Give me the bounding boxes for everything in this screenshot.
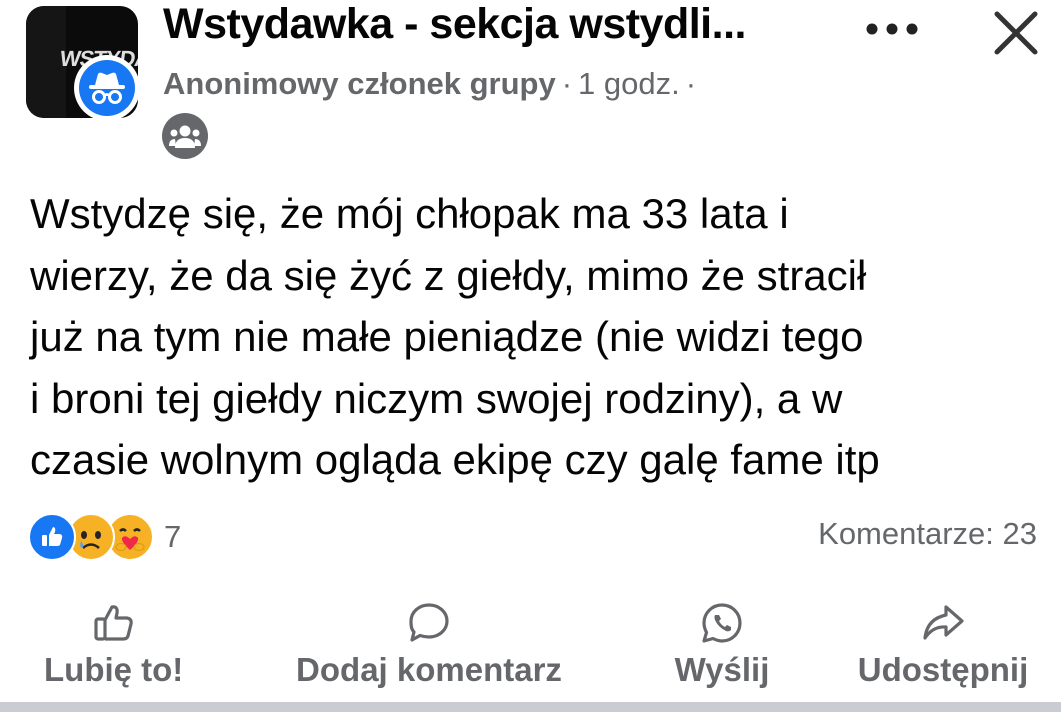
share-button[interactable]: Udostępnij [850,595,1036,689]
like-icon [28,513,76,561]
post-line: Wstydzę się, że mój chłopak ma 33 lata i [30,190,789,237]
post-line: czasie wolnym ogląda ekipę czy galę fame… [30,436,880,483]
whatsapp-icon [666,595,778,651]
incognito-icon [79,60,135,116]
reaction-count: 7 [164,519,182,554]
like-label: Lubię to! [44,651,184,688]
close-icon [994,11,1038,55]
share-label: Udostępnij [857,651,1029,688]
post-body: Wstydzę się, że mój chłopak ma 33 lata i… [30,183,1050,491]
more-horizontal-icon [866,23,918,35]
meta-separator: · [561,66,573,101]
send-whatsapp-button[interactable]: Wyślij [666,595,778,689]
post-line: i broni tej giełdy niczym swojej rodziny… [30,374,843,422]
comment-icon [277,595,581,651]
post-line: już na tym nie małe pieniądze (nie widzi… [30,313,864,360]
send-label: Wyślij [674,651,770,688]
comments-count[interactable]: Komentarze: 23 [818,516,1037,552]
close-button[interactable] [985,2,1047,64]
group-name[interactable]: Wstydawka - sekcja wstydli... [163,0,823,49]
comment-button[interactable]: Dodaj komentarz [277,595,581,689]
like-button[interactable]: Lubię to! [44,595,183,689]
post-meta: Anonimowy członek grupy · 1 godz. · [163,66,702,102]
post-actions-bar: Lubię to! Dodaj komentarz Wyślij Udostęp… [0,595,1061,695]
share-icon [850,595,1036,651]
group-audience-icon[interactable] [162,113,208,159]
bottom-divider [0,702,1061,712]
anonymous-avatar[interactable] [74,55,140,121]
post-time[interactable]: 1 godz. [578,66,680,101]
post-header: WSTYDAI Wstydawka - sekcja wstydli... An… [0,0,1061,160]
post-line: wierzy, że da się żyć z giełdy, mimo że … [30,251,867,299]
meta-separator-2: · [685,66,697,101]
reactions-summary[interactable]: 7 [28,513,182,561]
author-name[interactable]: Anonimowy członek grupy [163,66,556,101]
more-options-button[interactable] [860,14,924,44]
comment-label: Dodaj komentarz [296,651,562,688]
thumbs-up-icon [92,595,136,651]
